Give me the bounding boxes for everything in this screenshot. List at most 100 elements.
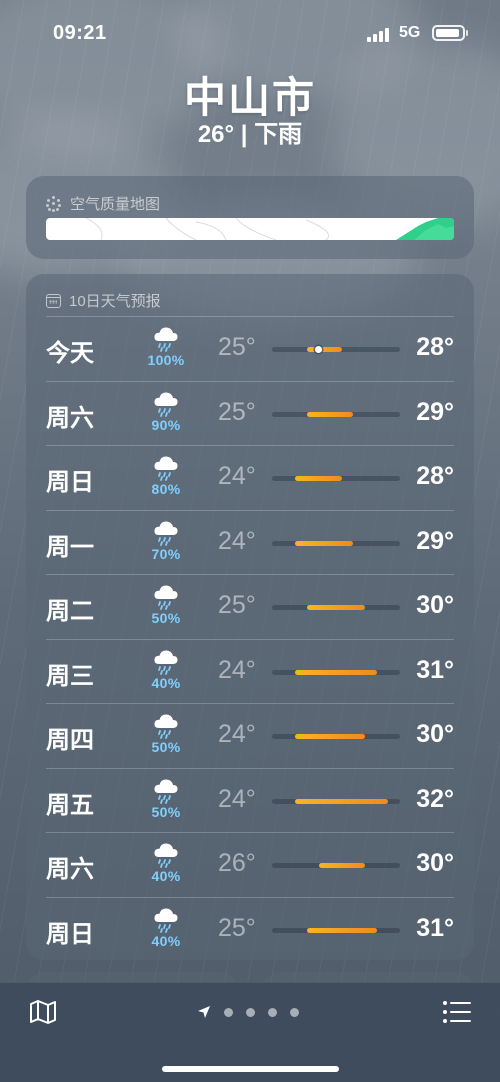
- current-temp-dot: [315, 346, 323, 353]
- page-dot: [224, 1007, 233, 1017]
- calendar-icon: [46, 293, 61, 308]
- home-indicator[interactable]: [162, 1066, 339, 1072]
- cloud-rain-icon: [154, 843, 178, 868]
- ten-day-forecast-card[interactable]: 10日天气预报 今天 100% 25° 28° 周六 90% 25° 29° 周日 80% 24° 2…: [26, 274, 474, 960]
- forecast-row[interactable]: 周六 90% 25° 29°: [46, 380, 454, 445]
- temp-range-bar: [306, 347, 342, 352]
- map-icon[interactable]: [28, 997, 58, 1027]
- precip-chance: 50%: [151, 739, 181, 755]
- day-weather: 40%: [140, 904, 192, 949]
- temp-range-track: [272, 540, 400, 546]
- forecast-row[interactable]: 周五 50% 24° 32°: [46, 767, 454, 832]
- day-name: 周一: [46, 533, 94, 561]
- battery-full-icon: [432, 25, 468, 41]
- status-bar: 09:21 5G: [0, 0, 500, 66]
- precip-chance: 90%: [151, 416, 181, 433]
- forecast-row[interactable]: 周四 50% 24° 30°: [46, 703, 454, 767]
- cloud-rain-icon: [154, 520, 178, 546]
- current-condition: 26° | 下雨: [197, 121, 303, 148]
- temp-range-track: [272, 476, 400, 481]
- day-name: 周四: [46, 727, 94, 754]
- high-temp: 28°: [416, 333, 454, 361]
- high-temp: 29°: [416, 397, 454, 426]
- cloud-rain-icon: [154, 649, 178, 675]
- temp-range-bar: [295, 540, 354, 546]
- temp-range-track: [272, 346, 400, 353]
- temp-range-track: [272, 863, 400, 868]
- low-temp: 24°: [218, 720, 256, 748]
- precip-chance: 40%: [151, 932, 181, 949]
- high-temp: 30°: [416, 849, 454, 877]
- temp-range-track: [272, 927, 400, 933]
- day-name: 周二: [46, 598, 94, 625]
- precip-chance: 100%: [147, 352, 185, 368]
- low-temp: 24°: [218, 784, 256, 813]
- day-weather: 50%: [140, 581, 192, 626]
- day-name: 周六: [46, 856, 94, 883]
- high-temp: 30°: [416, 720, 454, 748]
- high-temp: 28°: [416, 462, 454, 490]
- cloud-rain-icon: [154, 391, 178, 417]
- forecast-row[interactable]: 周日 80% 24° 28°: [46, 445, 454, 509]
- bottom-toolbar: [0, 982, 500, 1082]
- precip-chance: 70%: [151, 545, 181, 562]
- day-name: 周日: [46, 469, 94, 496]
- day-name: 周五: [46, 791, 94, 819]
- forecast-row[interactable]: 周六 40% 26° 30°: [46, 832, 454, 896]
- temp-range-track: [272, 605, 400, 610]
- cloud-rain-icon: [154, 456, 178, 481]
- forecast-row[interactable]: 周二 50% 25° 30°: [46, 574, 454, 638]
- forecast-title: 10日天气预报: [69, 293, 161, 310]
- day-name: 今天: [46, 340, 94, 367]
- temp-range-track: [272, 669, 400, 675]
- precip-chance: 40%: [151, 868, 181, 884]
- cloud-rain-icon: [154, 714, 178, 739]
- high-temp: 29°: [416, 526, 454, 555]
- day-name: 周日: [46, 920, 94, 948]
- temp-range-bar: [295, 734, 366, 739]
- forecast-row[interactable]: 周日 40% 25° 31°: [46, 896, 454, 961]
- network-type: 5G: [399, 24, 421, 41]
- air-quality-header: 空气质量地图: [46, 193, 160, 214]
- page-dot: [268, 1007, 277, 1017]
- page-dot: [290, 1007, 299, 1017]
- forecast-row[interactable]: 今天 100% 25° 28°: [46, 316, 454, 380]
- high-temp: 30°: [416, 591, 454, 619]
- temp-range-track: [272, 734, 400, 739]
- page-dot: [246, 1007, 255, 1017]
- cloud-rain-icon: [154, 585, 178, 610]
- temp-range-track: [272, 798, 400, 804]
- forecast-row[interactable]: 周三 40% 24° 31°: [46, 638, 454, 703]
- temp-range-track: [272, 411, 400, 417]
- list-icon[interactable]: [442, 998, 472, 1026]
- air-quality-map-card[interactable]: 空气质量地图: [26, 176, 474, 259]
- high-temp: 32°: [416, 784, 454, 813]
- day-weather: 90%: [140, 388, 192, 433]
- day-weather: 100%: [140, 323, 192, 368]
- precip-chance: 40%: [151, 674, 181, 691]
- temp-range-bar: [306, 927, 377, 933]
- low-temp: 25°: [218, 333, 256, 361]
- temp-range-bar: [306, 605, 366, 610]
- day-name: 周三: [46, 662, 94, 690]
- forecast-row[interactable]: 周一 70% 24° 29°: [46, 509, 454, 574]
- low-temp: 25°: [218, 591, 256, 619]
- temp-range-bar: [295, 669, 377, 675]
- day-weather: 40%: [140, 646, 192, 691]
- precip-chance: 50%: [151, 610, 181, 626]
- temp-range-bar: [306, 411, 354, 417]
- precip-chance: 50%: [151, 803, 181, 820]
- cellular-signal-icon: [367, 26, 391, 42]
- forecast-header: 10日天气预报: [46, 290, 161, 311]
- day-weather: 70%: [140, 517, 192, 562]
- high-temp: 31°: [416, 913, 454, 942]
- air-quality-map[interactable]: [46, 218, 454, 240]
- temp-range-bar: [295, 798, 389, 804]
- page-indicator[interactable]: [197, 1004, 299, 1020]
- day-weather: 80%: [140, 452, 192, 497]
- cloud-rain-icon: [154, 327, 178, 352]
- location-arrow-icon: [198, 1006, 210, 1018]
- air-quality-dots-icon: [46, 195, 62, 212]
- temp-range-bar: [318, 863, 366, 868]
- low-temp: 25°: [218, 913, 256, 942]
